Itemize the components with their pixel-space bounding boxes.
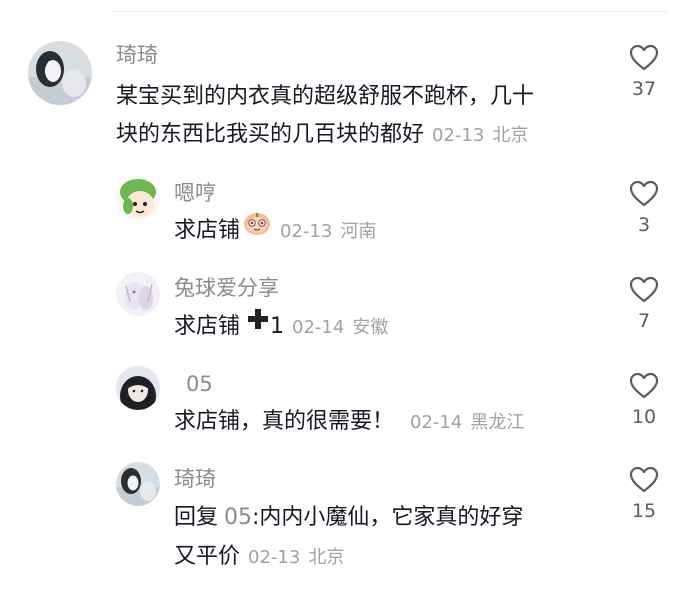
comment-text: 块的东西比我买的几百块的都好 02-13 北京 [116,114,528,157]
like-count: 15 [631,500,657,522]
avatar[interactable] [116,462,160,506]
avatar[interactable] [116,366,160,410]
heart-icon[interactable] [629,466,659,493]
like-button[interactable]: 37 [614,44,674,99]
comment-text-line: 求店铺，真的很需要！ [174,409,395,434]
comment-location: 河南 [340,221,377,242]
comment-text: 求店铺 1 02-14 安徽 [174,306,388,349]
username[interactable]: 05 [186,372,213,396]
comment-date: 02-13 [248,547,301,568]
plus-emoji-icon [246,304,270,346]
comment-location: 黑龙江 [470,412,525,433]
top-divider [112,11,668,12]
comment-text: 求店铺，真的很需要！ 02-14 黑龙江 [174,401,524,444]
heart-icon[interactable] [629,276,659,303]
comment-location: 北京 [492,125,529,146]
comment-date: 02-14 [292,317,345,338]
reply-prefix: 回复 [174,505,219,530]
avatar[interactable] [116,176,160,220]
comment-text-line: 某宝买到的内衣真的超级舒服不跑杯，几十 [116,84,535,109]
like-count: 10 [631,406,657,428]
like-button[interactable]: 3 [614,180,674,235]
comment-location: 北京 [308,547,345,568]
heart-icon[interactable] [629,372,659,399]
comment-text: 回复 05:内内小魔仙，它家真的好穿 [174,497,523,539]
username[interactable]: 琦琦 [174,467,216,491]
like-count: 3 [637,214,651,236]
username[interactable]: 嗯哼 [174,181,216,205]
username[interactable]: 琦琦 [116,43,158,67]
peach-emoji-icon [242,208,272,251]
comment-date: 02-14 [410,412,463,433]
comment-date: 02-13 [432,125,485,146]
comment-text: 求店铺 02-13 河南 [174,210,376,253]
comment-location: 安徽 [352,317,389,338]
like-button[interactable]: 7 [614,276,674,331]
comment-text-line: 求店铺 [174,218,241,243]
comment-text-line: 又平价 [174,544,241,569]
comment-text-suffix: 1 [270,314,285,339]
heart-icon[interactable] [629,180,659,207]
comment-text-line: 求店铺 [174,314,241,339]
heart-icon[interactable] [629,44,659,71]
avatar[interactable] [116,272,160,316]
username[interactable]: 兔球爱分享 [174,276,279,300]
like-count: 37 [631,78,657,100]
comment-text-line: :内内小魔仙，它家真的好穿 [252,505,524,530]
comment-date: 02-13 [280,221,333,242]
comment-text-line: 块的东西比我买的几百块的都好 [116,122,425,147]
avatar[interactable] [28,41,92,105]
like-button[interactable]: 15 [614,466,674,521]
comment-text: 某宝买到的内衣真的超级舒服不跑杯，几十 [116,76,534,118]
comment-text: 又平价 02-13 北京 [174,536,344,579]
like-count: 7 [637,310,651,332]
like-button[interactable]: 10 [614,372,674,427]
reply-to-username[interactable]: 05 [224,505,252,530]
